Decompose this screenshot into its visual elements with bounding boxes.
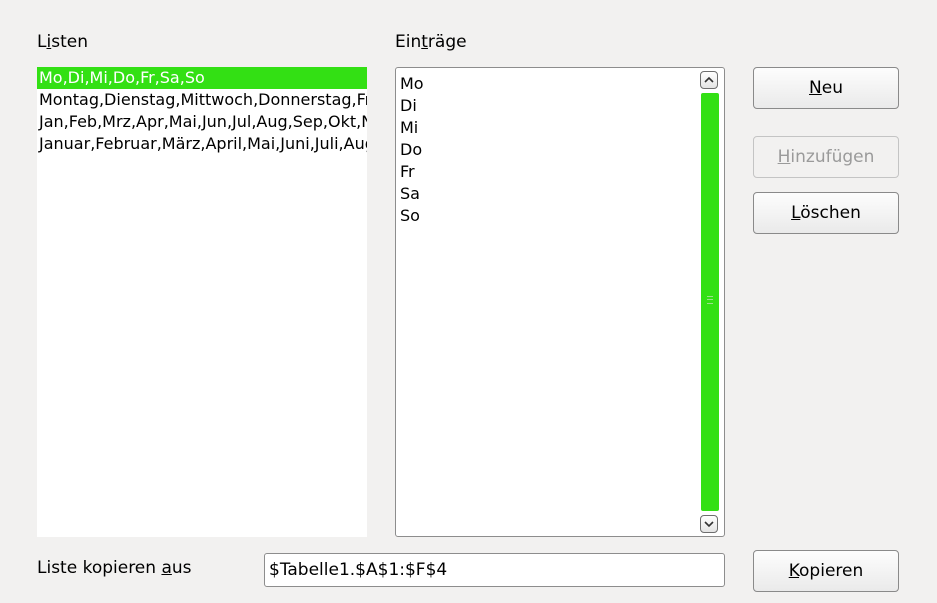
entry-line: Do bbox=[400, 140, 423, 159]
chevron-up-icon bbox=[704, 76, 714, 83]
entry-line: So bbox=[400, 206, 420, 225]
entry-line: Mo bbox=[400, 74, 424, 93]
list-item[interactable]: Januar,Februar,März,April,Mai,Juni,Juli,… bbox=[37, 133, 367, 155]
entry-line: Mi bbox=[400, 118, 419, 137]
chevron-down-icon bbox=[704, 521, 714, 528]
list-item[interactable]: Montag,Dienstag,Mittwoch,Donnerstag,Frei… bbox=[37, 89, 367, 111]
list-item[interactable]: Jan,Feb,Mrz,Apr,Mai,Jun,Jul,Aug,Sep,Okt,… bbox=[37, 111, 367, 133]
lists-label: Listen bbox=[37, 32, 88, 52]
entries-text[interactable]: Mo Di Mi Do Fr Sa So bbox=[400, 73, 424, 227]
copy-from-input[interactable]: $Tabelle1.$A$1:$F$4 bbox=[264, 553, 725, 587]
new-button[interactable]: Neu bbox=[753, 67, 899, 109]
entry-line: Sa bbox=[400, 184, 420, 203]
scroll-up-button[interactable] bbox=[700, 71, 718, 89]
grip-icon bbox=[707, 296, 713, 304]
entries-scrollbar[interactable] bbox=[700, 71, 720, 533]
copy-button[interactable]: Kopieren bbox=[753, 550, 899, 592]
delete-button[interactable]: Löschen bbox=[753, 192, 899, 234]
scrollbar-thumb[interactable] bbox=[701, 93, 719, 511]
entries-label: Einträge bbox=[395, 32, 467, 52]
entries-textarea[interactable]: Mo Di Mi Do Fr Sa So bbox=[395, 67, 725, 537]
add-button[interactable]: Hinzufügen bbox=[753, 136, 899, 178]
lists-listbox[interactable]: Mo,Di,Mi,Do,Fr,Sa,So Montag,Dienstag,Mit… bbox=[37, 67, 367, 537]
sort-lists-dialog: Listen Einträge Mo,Di,Mi,Do,Fr,Sa,So Mon… bbox=[0, 0, 937, 603]
entry-line: Di bbox=[400, 96, 417, 115]
list-item[interactable]: Mo,Di,Mi,Do,Fr,Sa,So bbox=[37, 67, 367, 89]
copy-from-label: Liste kopieren aus bbox=[37, 558, 192, 578]
entry-line: Fr bbox=[400, 162, 415, 181]
scroll-down-button[interactable] bbox=[700, 515, 718, 533]
